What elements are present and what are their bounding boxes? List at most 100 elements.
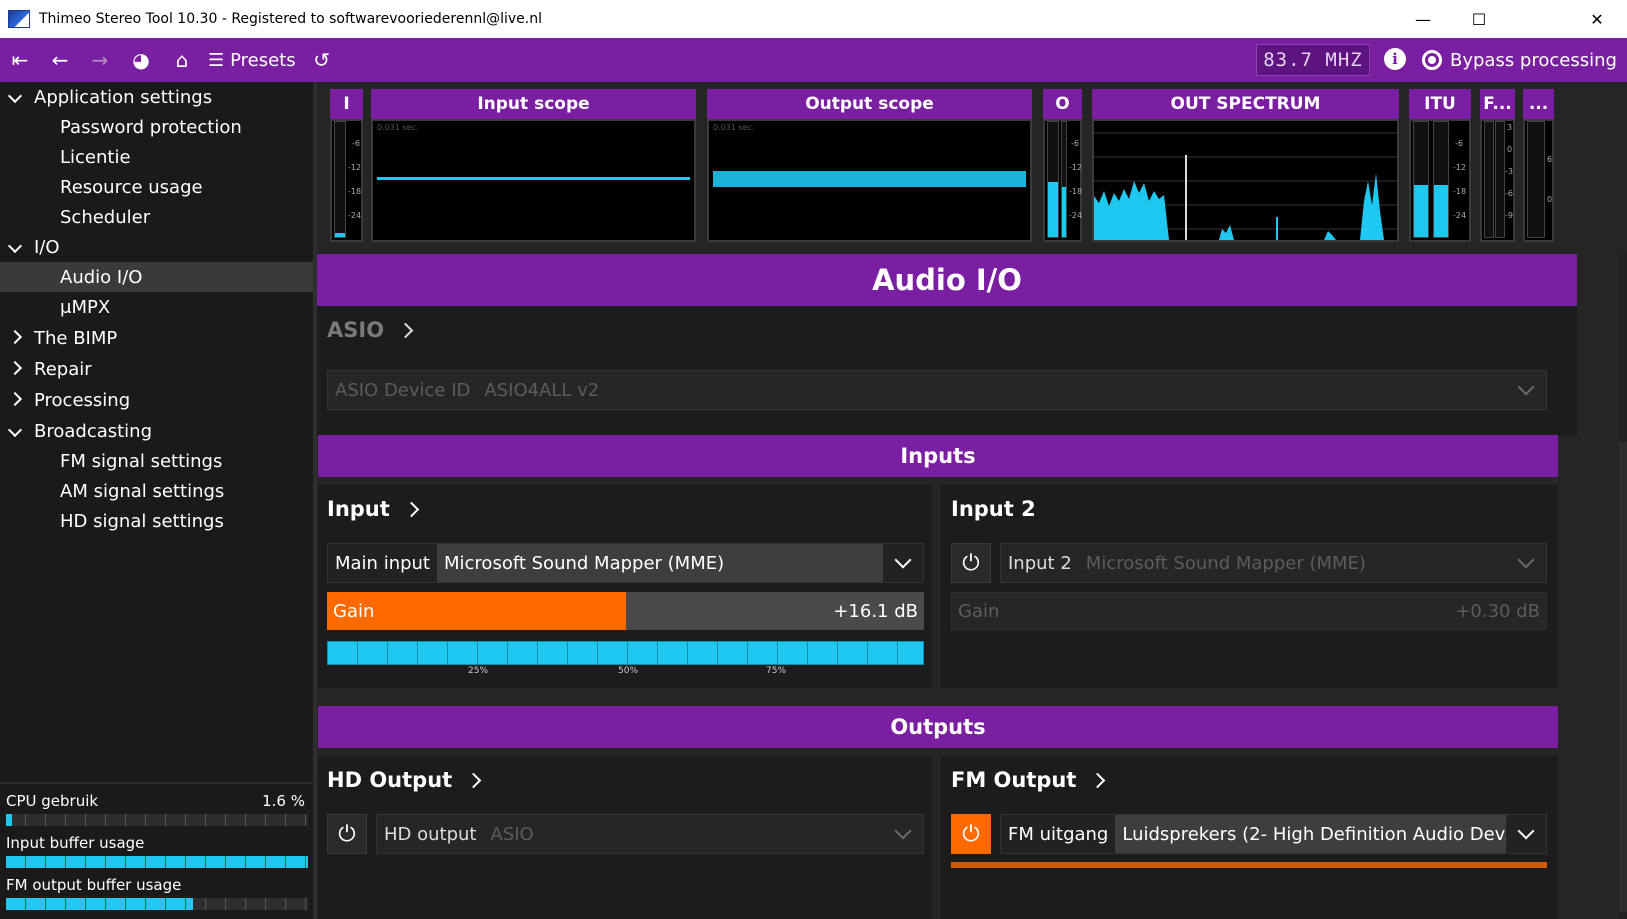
cpu-label: CPU gebruik: [6, 792, 99, 810]
maximize-button[interactable]: ☐: [1451, 0, 1507, 38]
home-icon[interactable]: ⌂: [162, 38, 202, 82]
arrow-left-icon[interactable]: ←: [40, 38, 80, 82]
chevron-down-icon: [1506, 371, 1546, 409]
output-waveform: [713, 171, 1026, 187]
frequency-display[interactable]: 83.7 MHZ: [1256, 44, 1370, 76]
itu-meter: -6 -12 -18 -24: [1409, 119, 1471, 242]
sidebar-item-repair[interactable]: Repair: [0, 354, 313, 384]
window-title: Thimeo Stereo Tool 10.30 - Registered to…: [39, 11, 542, 27]
bypass-label: Bypass processing: [1450, 49, 1617, 71]
sidebar-item-broadcasting[interactable]: Broadcasting: [0, 416, 313, 446]
presets-button[interactable]: ☰ Presets: [202, 38, 302, 82]
chevron-down-icon[interactable]: [6, 422, 24, 439]
sidebar-item-i-o[interactable]: I/O: [0, 232, 313, 262]
sidebar-item-resource-usage[interactable]: Resource usage: [0, 172, 313, 202]
fm-buffer-label: FM output buffer usage: [6, 876, 182, 894]
power-icon[interactable]: ⏻: [951, 814, 991, 854]
bypass-toggle[interactable]: Bypass processing: [1422, 38, 1617, 82]
input2-gain-slider[interactable]: Gain +0.30 dB: [951, 592, 1547, 630]
sidebar-item-hd-signal-settings[interactable]: HD signal settings: [0, 506, 313, 536]
more-meter: 6 0: [1523, 119, 1554, 242]
fm-output-dropdown[interactable]: FM uitgang Luidsprekers (2- High Definit…: [1000, 814, 1547, 854]
sidebar-item-fm-signal-settings[interactable]: FM signal settings: [0, 446, 313, 476]
chevron-right-icon: [1090, 772, 1106, 788]
gain-value: +0.30 dB: [1455, 600, 1540, 622]
sidebar-item-password-protection[interactable]: Password protection: [0, 112, 313, 142]
output-scope-header[interactable]: Output scope: [707, 89, 1032, 119]
main-input-dropdown[interactable]: Main input Microsoft Sound Mapper (MME): [327, 543, 924, 583]
sidebar-item-μmpx[interactable]: μMPX: [0, 292, 313, 322]
f-meter: 3 0 -3 -6 -9: [1480, 119, 1515, 242]
chevron-right-icon: [465, 772, 482, 788]
close-button[interactable]: ✕: [1567, 0, 1627, 38]
chevron-down-icon[interactable]: [6, 88, 24, 105]
output-vu-meter: -6 -12 -18 -24: [1043, 119, 1082, 242]
chevron-down-icon: [1506, 815, 1546, 853]
input1-level-meter: [327, 641, 924, 665]
sidebar-item-processing[interactable]: Processing: [0, 385, 313, 415]
sidebar-item-the-bimp[interactable]: The BIMP: [0, 323, 313, 353]
chevron-right-icon[interactable]: [6, 329, 24, 346]
page-title: Audio I/O: [317, 254, 1577, 306]
fm-output-title[interactable]: FM Output: [951, 768, 1106, 792]
outputs-header: Outputs: [318, 706, 1558, 748]
spectrum-header[interactable]: OUT SPECTRUM: [1092, 89, 1399, 119]
sidebar-item-application-settings[interactable]: Application settings: [0, 82, 313, 112]
sidebar-item-scheduler[interactable]: Scheduler: [0, 202, 313, 232]
hd-output-title[interactable]: HD Output: [327, 768, 482, 792]
main-panel: I Input scope Output scope O OUT SPECTRU…: [317, 82, 1627, 919]
f-meter-header[interactable]: F...: [1480, 89, 1515, 119]
hd-output-value: ASIO: [483, 815, 883, 853]
chevron-down-icon: [883, 815, 923, 853]
hd-output-label: HD output: [377, 815, 484, 853]
output-scope-time: 0.031 sec.: [713, 123, 755, 132]
sidebar-item-audio-i-o[interactable]: Audio I/O: [0, 262, 313, 292]
arrow-right-icon[interactable]: →: [80, 38, 120, 82]
chevron-right-icon: [397, 322, 414, 338]
undo-icon[interactable]: ↺: [302, 38, 342, 82]
fm-output-panel: FM Output ⏻ FM uitgang Luidsprekers (2- …: [941, 756, 1558, 919]
output-meter-header[interactable]: O: [1043, 89, 1082, 119]
hd-output-dropdown[interactable]: HD output ASIO: [376, 814, 924, 854]
chevron-down-icon: [883, 544, 923, 582]
power-icon[interactable]: ⏻: [327, 814, 367, 854]
skip-back-icon[interactable]: ⇤: [0, 38, 40, 82]
asio-device-dropdown[interactable]: ASIO Device ID ASIO4ALL v2: [327, 370, 1547, 410]
scale-75: 75%: [766, 666, 787, 676]
input2-label: Input 2: [1001, 544, 1079, 582]
more-meters-header[interactable]: ...: [1523, 89, 1554, 119]
sidebar-item-licentie[interactable]: Licentie: [0, 142, 313, 172]
itu-header[interactable]: ITU: [1409, 89, 1471, 119]
sidebar: Application settings Password protection L…: [0, 82, 317, 919]
chevron-right-icon[interactable]: [6, 360, 24, 377]
sidebar-item-am-signal-settings[interactable]: AM signal settings: [0, 476, 313, 506]
chevron-right-icon[interactable]: [6, 391, 24, 408]
scrollbar-thumb[interactable]: [1619, 442, 1627, 912]
sidebar-item-label: Password protection: [60, 116, 242, 138]
asio-section: ASIO ASIO Device ID ASIO4ALL v2: [317, 306, 1577, 436]
input-meter-header[interactable]: I: [330, 89, 363, 119]
main-input-label: Main input: [328, 544, 437, 582]
scale-25: 25%: [468, 666, 489, 676]
input-scope-time: 0.031 sec.: [377, 123, 419, 132]
input2-dropdown[interactable]: Input 2 Microsoft Sound Mapper (MME): [1000, 543, 1547, 583]
asio-group-title[interactable]: ASIO: [327, 318, 414, 342]
chevron-down-icon[interactable]: [6, 238, 24, 255]
gauge-icon[interactable]: ◕: [120, 38, 162, 82]
power-icon[interactable]: ⏻: [951, 543, 991, 583]
sidebar-item-label: I/O: [34, 236, 60, 258]
input1-gain-slider[interactable]: Gain +16.1 dB: [327, 592, 924, 630]
sidebar-item-label: HD signal settings: [60, 510, 224, 532]
presets-label: Presets: [230, 49, 296, 71]
sidebar-item-label: Processing: [34, 389, 131, 411]
input1-title[interactable]: Input: [327, 497, 420, 521]
info-icon[interactable]: i: [1384, 48, 1406, 70]
hd-output-panel: HD Output ⏻ HD output ASIO: [318, 756, 932, 919]
minimize-button[interactable]: —: [1395, 0, 1451, 38]
input-waveform: [377, 177, 690, 180]
input-scope-header[interactable]: Input scope: [371, 89, 696, 119]
sidebar-item-label: FM signal settings: [60, 450, 223, 472]
main-scrollbar[interactable]: [1619, 252, 1627, 919]
input2-panel: Input 2 ⏻ Input 2 Microsoft Sound Mapper…: [941, 485, 1558, 688]
input-vu-meter: -6 -12 -18 -24: [330, 119, 363, 242]
